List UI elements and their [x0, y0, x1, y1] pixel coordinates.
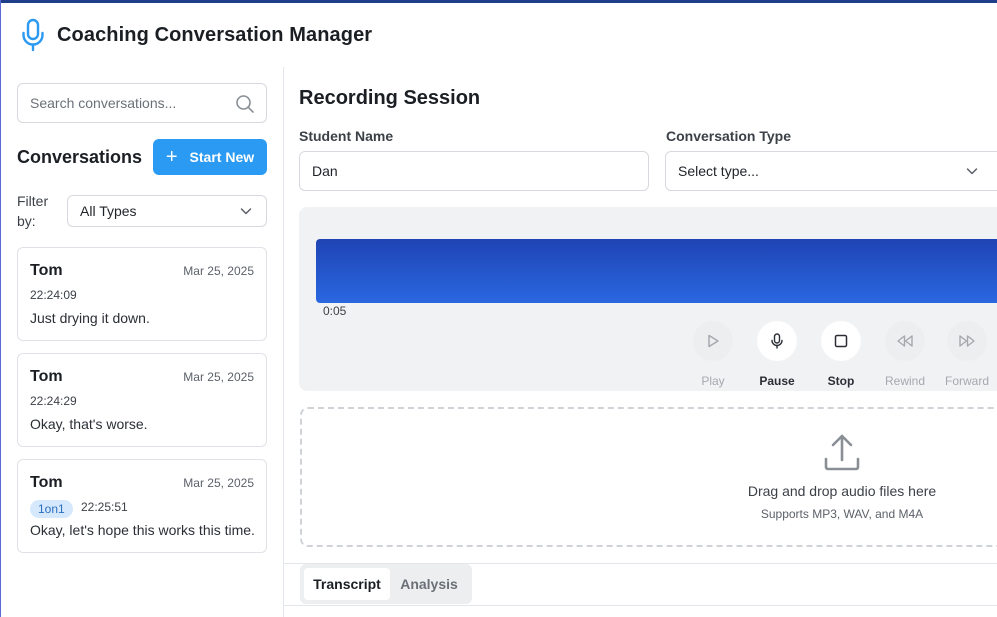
app-header: Coaching Conversation Manager — [0, 3, 997, 67]
rewind-button[interactable] — [885, 321, 925, 361]
fast-forward-icon — [959, 335, 975, 347]
filter-type-value: All Types — [80, 203, 137, 219]
rewind-label: Rewind — [884, 374, 926, 388]
tab-transcript[interactable]: Transcript — [304, 568, 390, 600]
conversation-date: Mar 25, 2025 — [183, 370, 254, 384]
conversation-student-name: Tom — [30, 262, 63, 279]
start-new-label: Start New — [189, 149, 255, 165]
result-tabs: Transcript Analysis — [300, 564, 472, 604]
sidebar: Conversations + Start New Filter by: All… — [1, 67, 284, 617]
conversation-student-name: Tom — [30, 474, 63, 491]
plus-icon: + — [165, 146, 178, 168]
conversation-time: 22:24:29 — [30, 394, 77, 408]
rewind-icon — [897, 335, 913, 347]
forward-button[interactable] — [947, 321, 987, 361]
conversation-card[interactable]: Tom Mar 25, 2025 22:24:09 Just drying it… — [17, 247, 267, 341]
stop-label: Stop — [827, 374, 855, 388]
stop-icon — [834, 334, 848, 348]
chevron-down-icon — [240, 208, 252, 215]
pause-label: Pause — [759, 374, 795, 388]
conversation-type-label: Conversation Type — [666, 128, 791, 144]
play-label: Play — [701, 374, 725, 388]
tab-analysis[interactable]: Analysis — [390, 568, 468, 600]
conversation-snippet: Okay, let's hope this works this time. — [30, 522, 255, 538]
audio-player: 0:05 Play Pause Stop Rewind Forward — [299, 207, 997, 391]
conversation-type-value: Select type... — [678, 163, 759, 179]
stop-control[interactable]: Stop — [809, 321, 873, 388]
search-icon[interactable] — [235, 94, 255, 114]
conversation-type-badge: 1on1 — [30, 500, 73, 518]
stop-button[interactable] — [821, 321, 861, 361]
audio-upload-dropzone[interactable]: Drag and drop audio files here Supports … — [300, 407, 997, 547]
upload-instructions: Drag and drop audio files here — [747, 483, 937, 499]
filter-type-select[interactable]: All Types — [67, 195, 267, 227]
search-box — [17, 83, 267, 123]
student-name-input[interactable] — [299, 151, 649, 191]
student-name-label: Student Name — [299, 128, 394, 144]
microphone-icon — [22, 18, 44, 52]
conversation-time: 22:25:51 — [81, 500, 128, 514]
microphone-icon — [771, 333, 783, 349]
pause-control[interactable]: Pause — [745, 321, 809, 388]
conversation-student-name: Tom — [30, 368, 63, 385]
rewind-control[interactable]: Rewind — [873, 321, 937, 388]
tab-content-border — [284, 605, 997, 606]
play-icon — [708, 334, 719, 348]
conversation-snippet: Just drying it down. — [30, 310, 150, 326]
chevron-down-icon — [966, 168, 978, 175]
recording-panel: Recording Session Student Name Conversat… — [284, 67, 997, 617]
conversation-type-select[interactable]: Select type... — [665, 151, 997, 191]
conversation-card[interactable]: Tom Mar 25, 2025 1on1 22:25:51 Okay, let… — [17, 459, 267, 553]
app-title: Coaching Conversation Manager — [57, 23, 373, 46]
conversation-date: Mar 25, 2025 — [183, 476, 254, 490]
conversation-card[interactable]: Tom Mar 25, 2025 22:24:29 Okay, that's w… — [17, 353, 267, 447]
forward-control[interactable]: Forward — [935, 321, 997, 388]
play-button[interactable] — [693, 321, 733, 361]
upload-formats: Supports MP3, WAV, and M4A — [760, 507, 924, 521]
play-control[interactable]: Play — [681, 321, 745, 388]
forward-label: Forward — [944, 374, 989, 388]
conversation-snippet: Okay, that's worse. — [30, 416, 148, 432]
conversation-time: 22:24:09 — [30, 288, 77, 302]
conversation-date: Mar 25, 2025 — [183, 264, 254, 278]
filter-label: Filter by: — [17, 193, 49, 229]
recording-session-title: Recording Session — [299, 87, 481, 109]
conversations-heading: Conversations — [17, 147, 143, 167]
pause-button[interactable] — [757, 321, 797, 361]
start-new-button[interactable]: + Start New — [153, 139, 267, 175]
upload-icon — [824, 434, 860, 471]
elapsed-time: 0:05 — [323, 304, 347, 318]
waveform[interactable] — [316, 239, 997, 303]
search-input[interactable] — [30, 84, 230, 122]
